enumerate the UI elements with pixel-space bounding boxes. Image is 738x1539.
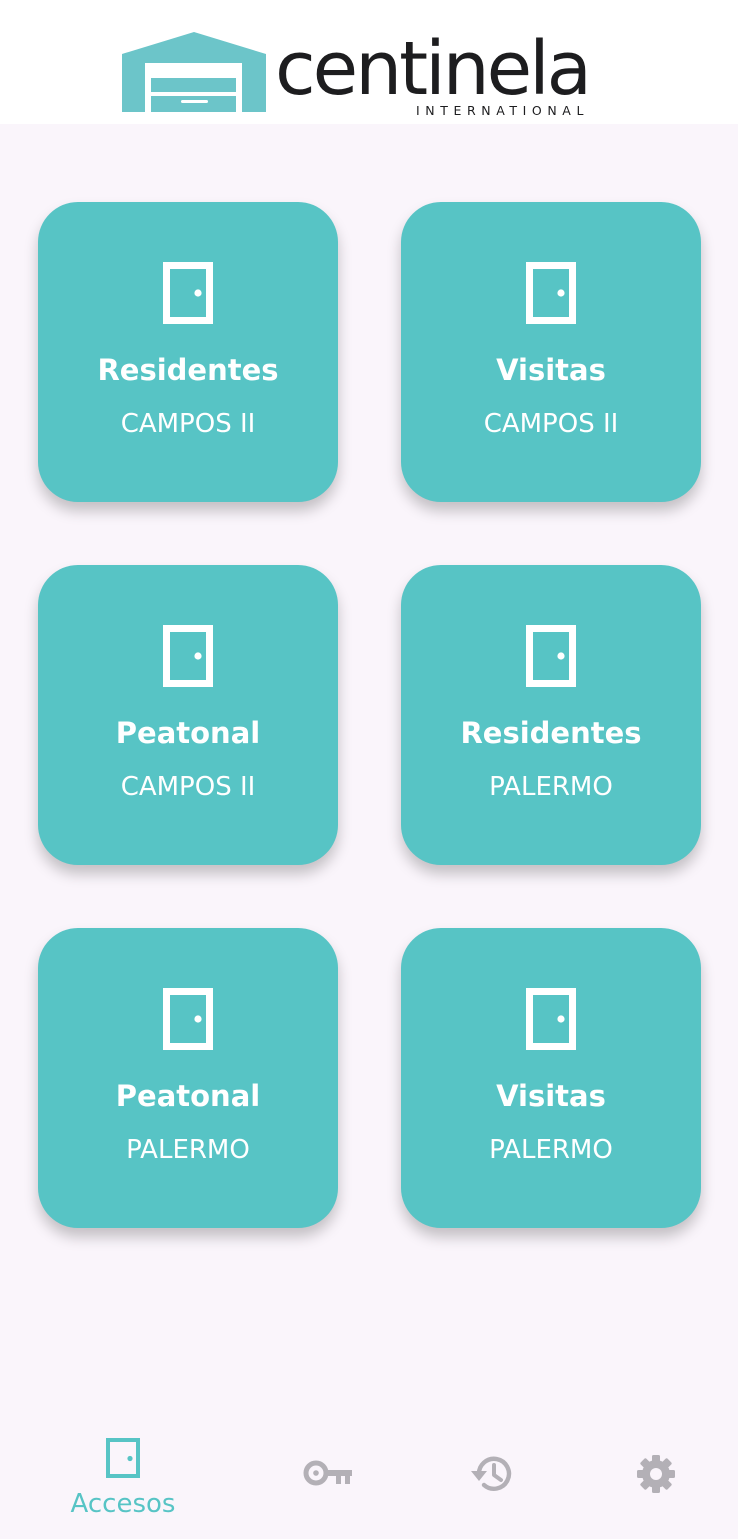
app-header: centinela INTERNATIONAL xyxy=(0,0,738,124)
access-site: CAMPOS II xyxy=(120,772,256,802)
access-site: PALERMO xyxy=(126,1135,250,1165)
nav-tab-accesos[interactable]: Accesos xyxy=(43,1414,203,1539)
door-icon xyxy=(163,262,213,324)
history-icon xyxy=(471,1456,512,1491)
nav-tab-history[interactable] xyxy=(413,1414,573,1539)
door-icon xyxy=(526,625,576,687)
bottom-navigation: Accesos xyxy=(0,1414,738,1539)
door-icon xyxy=(526,262,576,324)
access-tile-peatonal-campos[interactable]: Peatonal CAMPOS II xyxy=(38,565,338,865)
centinela-logo: centinela INTERNATIONAL xyxy=(122,26,622,122)
access-site: PALERMO xyxy=(489,772,613,802)
key-icon xyxy=(303,1460,352,1486)
access-tile-peatonal-palermo[interactable]: Peatonal PALERMO xyxy=(38,928,338,1228)
logo-subtitle: INTERNATIONAL xyxy=(416,103,590,118)
nav-label-accesos: Accesos xyxy=(70,1489,176,1519)
nav-tab-keys[interactable] xyxy=(248,1414,408,1539)
garage-logo-icon xyxy=(122,32,266,112)
access-site: PALERMO xyxy=(489,1135,613,1165)
door-icon xyxy=(106,1438,140,1478)
access-tile-visitas-campos[interactable]: Visitas CAMPOS II xyxy=(401,202,701,502)
access-name: Peatonal xyxy=(115,1079,261,1113)
access-site: CAMPOS II xyxy=(120,409,256,439)
access-tile-residentes-campos[interactable]: Residentes CAMPOS II xyxy=(38,202,338,502)
access-name: Peatonal xyxy=(115,716,261,750)
logo-wordmark: centinela xyxy=(275,26,592,112)
door-icon xyxy=(163,625,213,687)
app-screen: centinela INTERNATIONAL Residentes CAMPO… xyxy=(0,0,738,1539)
nav-tab-settings[interactable] xyxy=(576,1414,736,1539)
access-name: Visitas xyxy=(496,353,606,387)
door-icon xyxy=(526,988,576,1050)
door-icon xyxy=(163,988,213,1050)
gear-icon xyxy=(637,1455,675,1493)
access-tile-visitas-palermo[interactable]: Visitas PALERMO xyxy=(401,928,701,1228)
access-tile-residentes-palermo[interactable]: Residentes PALERMO xyxy=(401,565,701,865)
access-site: CAMPOS II xyxy=(483,409,619,439)
access-name: Residentes xyxy=(97,353,279,387)
access-name: Visitas xyxy=(496,1079,606,1113)
access-name: Residentes xyxy=(460,716,642,750)
